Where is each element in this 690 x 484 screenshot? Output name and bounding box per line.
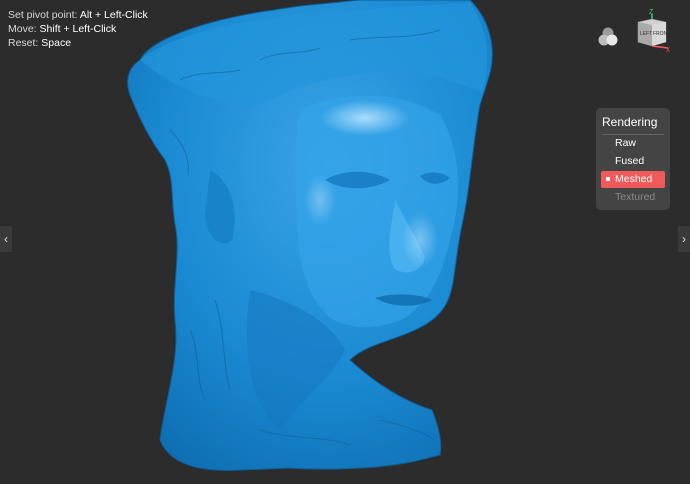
layers-icon[interactable] — [597, 26, 619, 48]
rendering-option-meshed-label: Meshed — [615, 173, 653, 185]
rendering-panel-title: Rendering — [602, 115, 658, 129]
help-pivot-key: Alt + Left-Click — [79, 9, 148, 21]
rendering-panel: Rendering Raw Fused Meshed Textured — [596, 108, 670, 210]
help-reset-label: Reset: — [8, 37, 39, 49]
prev-arrow-button[interactable]: ‹ — [0, 226, 12, 252]
rendering-option-fused[interactable]: Fused — [601, 153, 665, 170]
help-pivot-row: Set pivot point: Alt + Left-Click — [8, 8, 148, 22]
rendering-option-raw[interactable]: Raw — [601, 135, 665, 152]
help-reset-key: Space — [41, 37, 72, 49]
help-move-label: Move: — [8, 23, 37, 35]
rendering-option-textured: Textured — [615, 191, 656, 203]
3d-viewport[interactable] — [0, 0, 690, 484]
gizmo-face-left: LEFT — [640, 31, 652, 37]
help-move-row: Move: Shift + Left-Click — [8, 22, 148, 36]
help-pivot-label: Set pivot point: — [8, 9, 78, 21]
controls-help: Set pivot point: Alt + Left-Click Move: … — [8, 8, 148, 50]
head-mesh-model[interactable] — [0, 0, 690, 484]
help-reset-row: Reset: Space — [8, 36, 148, 50]
orientation-cube-icon[interactable]: Z LEFT FRONT X — [632, 8, 672, 52]
selected-indicator-icon — [606, 177, 610, 181]
gizmo-face-front: FRONT — [653, 31, 670, 37]
help-move-key: Shift + Left-Click — [39, 23, 117, 35]
next-arrow-button[interactable]: › — [678, 226, 690, 252]
rendering-option-meshed[interactable]: Meshed — [601, 171, 665, 188]
gizmo-axis-z: Z — [649, 9, 654, 16]
gizmo-axis-x: X — [666, 48, 670, 52]
